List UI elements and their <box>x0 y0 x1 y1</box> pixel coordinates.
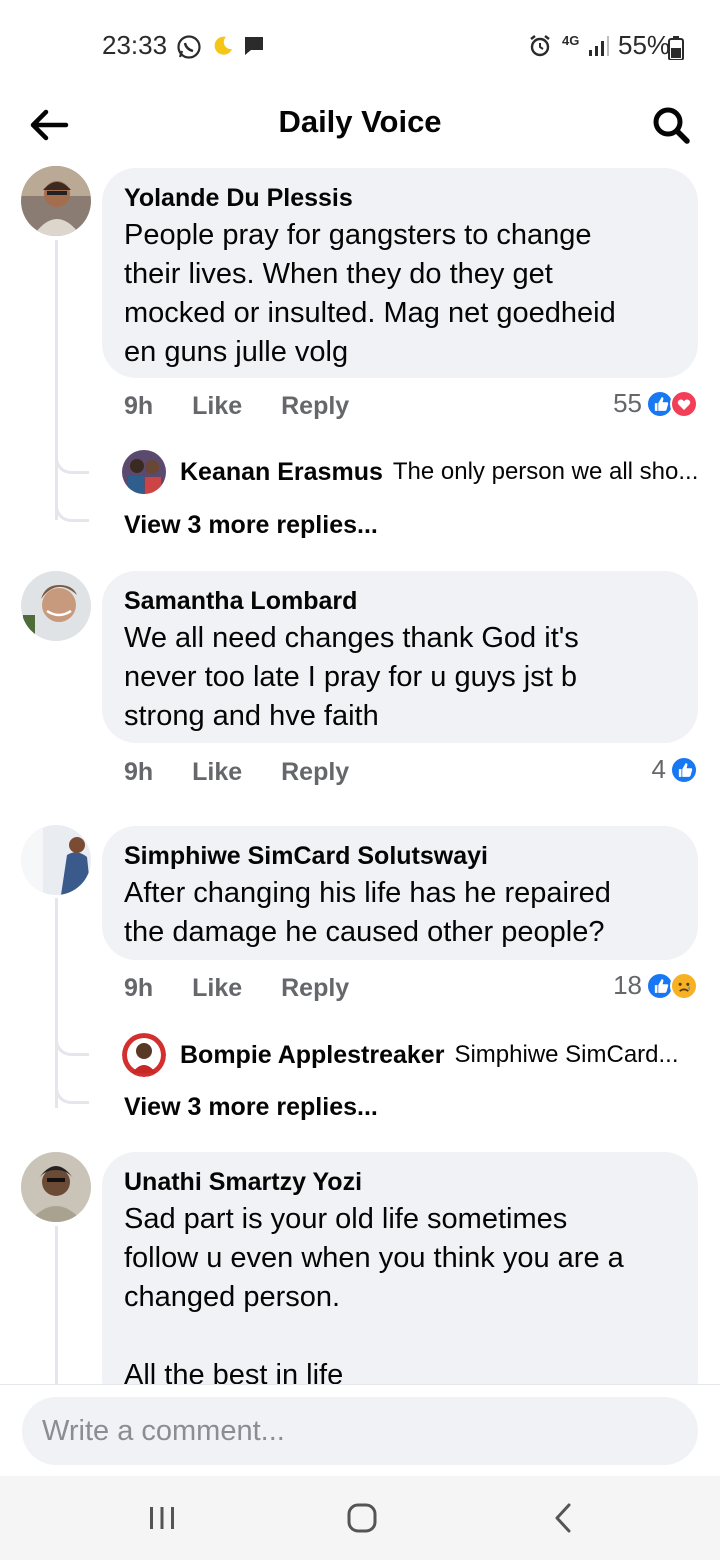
reaction-count: 55 <box>613 388 642 418</box>
comment-author[interactable]: Unathi Smartzy Yozi <box>124 1166 676 1198</box>
comment-author[interactable]: Yolande Du Plessis <box>124 182 676 214</box>
whatsapp-icon <box>177 35 201 59</box>
back-icon[interactable] <box>544 1498 584 1538</box>
view-more-replies[interactable]: View 3 more replies... <box>124 1093 378 1122</box>
comment-composer <box>0 1384 720 1476</box>
search-icon[interactable] <box>648 102 694 148</box>
sad-icon <box>670 971 698 1000</box>
comment-bubble[interactable]: Samantha Lombard We all need changes tha… <box>102 571 698 743</box>
avatar[interactable] <box>21 825 91 895</box>
thread-line <box>55 240 58 520</box>
home-icon[interactable] <box>342 1498 382 1538</box>
comment-text: People pray for gangsters to change thei… <box>124 219 616 368</box>
thread-branch <box>55 1068 89 1104</box>
comment-time[interactable]: 9h <box>124 974 153 1002</box>
message-icon <box>245 37 263 55</box>
reply-avatar[interactable] <box>122 450 166 494</box>
alarm-icon <box>530 35 550 57</box>
comment-text: After changing his life has he repaired … <box>124 877 611 948</box>
system-nav-bar <box>0 1476 720 1560</box>
like-button[interactable]: Like <box>192 758 242 786</box>
reaction-count: 4 <box>651 754 666 784</box>
thread-branch <box>55 486 89 522</box>
comments-feed[interactable]: Yolande Du Plessis People pray for gangs… <box>0 160 720 1384</box>
comment-bubble[interactable]: Simphiwe SimCard Solutswayi After changi… <box>102 826 698 960</box>
reaction-summary[interactable]: 55 <box>613 388 698 419</box>
comment-actions: 9h Like Reply <box>124 392 381 421</box>
reply-button[interactable]: Reply <box>281 974 349 1002</box>
reply-preview[interactable]: Keanan Erasmus The only person we all sh… <box>122 450 698 494</box>
thread-branch <box>55 1022 89 1056</box>
reaction-count: 18 <box>613 970 642 1000</box>
reply-avatar[interactable] <box>122 1033 166 1077</box>
thread-line <box>55 1226 58 1384</box>
reply-text: Simphiwe SimCard... <box>454 1041 679 1068</box>
app-header: Daily Voice <box>0 92 720 160</box>
comment-bubble[interactable]: Yolande Du Plessis People pray for gangs… <box>102 168 698 378</box>
comment-text: We all need changes thank God it's never… <box>124 622 579 732</box>
battery-percent: 55% <box>618 30 671 60</box>
reply-author[interactable]: Keanan Erasmus <box>180 458 383 487</box>
comment-bubble[interactable]: Unathi Smartzy Yozi Sad part is your old… <box>102 1152 698 1384</box>
comment-input[interactable] <box>22 1397 698 1465</box>
reply-text: The only person we all sho... <box>392 458 699 485</box>
like-icon <box>670 755 698 784</box>
avatar[interactable] <box>21 166 91 236</box>
like-button[interactable]: Like <box>192 392 242 420</box>
network-type: 4G <box>562 33 580 48</box>
battery-icon <box>668 36 684 60</box>
love-icon <box>670 389 698 418</box>
reaction-summary[interactable]: 18 <box>613 970 698 1001</box>
comment-author[interactable]: Simphiwe SimCard Solutswayi <box>124 840 676 872</box>
comment-author[interactable]: Samantha Lombard <box>124 585 676 617</box>
comment-time[interactable]: 9h <box>124 758 153 786</box>
reply-button[interactable]: Reply <box>281 392 349 420</box>
comment-time[interactable]: 9h <box>124 392 153 420</box>
view-more-replies[interactable]: View 3 more replies... <box>124 511 378 540</box>
reply-button[interactable]: Reply <box>281 758 349 786</box>
like-button[interactable]: Like <box>192 974 242 1002</box>
page-title: Daily Voice <box>278 104 442 139</box>
avatar[interactable] <box>21 1152 91 1222</box>
comment-text: Sad part is your old life sometimes foll… <box>124 1203 624 1384</box>
reply-preview[interactable]: Bompie Applestreaker Simphiwe SimCard... <box>122 1033 679 1077</box>
recent-apps-icon[interactable] <box>142 1498 182 1538</box>
comment-actions: 9h Like Reply <box>124 974 381 1003</box>
reaction-summary[interactable]: 4 <box>652 754 698 785</box>
avatar[interactable] <box>21 571 91 641</box>
signal-icon <box>589 36 609 56</box>
status-time: 23:33 <box>102 30 168 60</box>
thread-branch <box>55 440 89 474</box>
moon-icon <box>214 36 232 55</box>
reply-author[interactable]: Bompie Applestreaker <box>180 1041 444 1070</box>
status-bar: 23:33 4G 55% <box>0 0 720 92</box>
comment-actions: 9h Like Reply <box>124 758 381 787</box>
